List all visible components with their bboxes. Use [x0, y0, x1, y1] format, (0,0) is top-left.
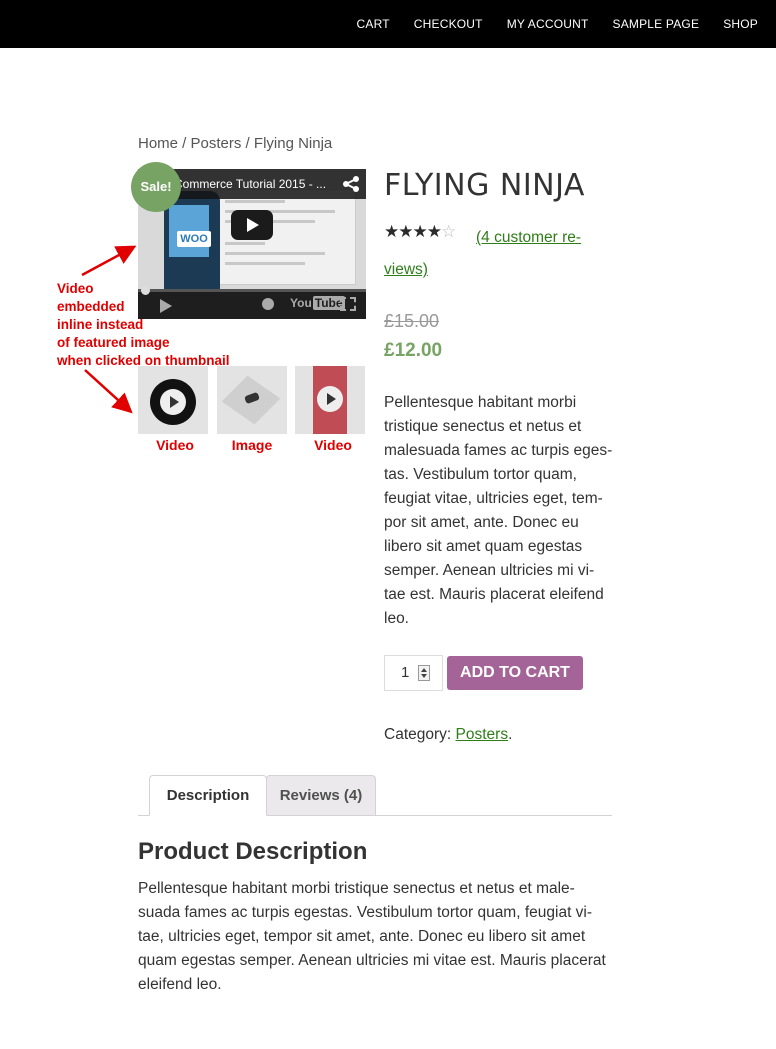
thumbnail-video-1[interactable]	[138, 366, 208, 434]
woo-logo: WOO	[177, 231, 211, 247]
breadcrumb-home[interactable]: Home	[138, 135, 178, 152]
tab-description[interactable]: Description	[149, 775, 267, 816]
breadcrumb: Home / Posters / Flying Ninja	[138, 135, 332, 152]
nav-sample-page[interactable]: SAMPLE PAGE	[613, 17, 700, 31]
customer-reviews-link[interactable]: (4 customer re-views)	[384, 222, 604, 286]
thumbnail-video-2[interactable]	[295, 366, 365, 434]
nav-cart[interactable]: CART	[357, 17, 390, 31]
thumbnail-label: Video	[314, 437, 352, 453]
description-body: Pellentesque habitant morbi tristique se…	[138, 880, 606, 993]
nav-checkout[interactable]: CHECKOUT	[414, 17, 483, 31]
video-play-icon	[317, 386, 343, 412]
thumbnail-label: Image	[231, 437, 273, 453]
arrow-to-thumbnail	[84, 369, 133, 414]
share-icon[interactable]	[342, 175, 360, 193]
quantity-value[interactable]: 1	[401, 664, 409, 681]
video-play-button[interactable]	[231, 210, 273, 240]
description-heading: Product Description	[138, 838, 368, 865]
top-navigation-bar: CART CHECKOUT MY ACCOUNT SAMPLE PAGE SHO…	[0, 0, 776, 48]
sale-badge: Sale!	[131, 162, 181, 212]
youtube-logo[interactable]: You Tube	[290, 296, 345, 310]
reviews-link-container: (4 customer re-views)	[384, 222, 604, 286]
thumbnail-label: Video	[156, 437, 194, 453]
product-title: FLYING NINJA	[384, 168, 585, 203]
add-to-cart-button[interactable]: ADD TO CART	[447, 656, 583, 690]
tab-reviews[interactable]: Reviews (4)	[266, 775, 376, 816]
nav-shop[interactable]: SHOP	[723, 17, 758, 31]
spinner-arrows-icon[interactable]	[418, 665, 430, 681]
breadcrumb-separator: /	[241, 135, 254, 152]
category-link-posters[interactable]: Posters	[456, 726, 509, 743]
arrow-to-video	[81, 245, 137, 277]
sale-price: £12.00	[384, 340, 443, 361]
category-label: Category:	[384, 726, 456, 743]
video-play-icon	[150, 379, 196, 425]
watch-later-icon[interactable]	[262, 298, 274, 310]
short-description: Pellentesque habitant morbi tristique se…	[384, 394, 613, 627]
main-menu: CART CHECKOUT MY ACCOUNT SAMPLE PAGE SHO…	[333, 0, 758, 48]
nav-my-account[interactable]: MY ACCOUNT	[507, 17, 589, 31]
fullscreen-icon[interactable]	[340, 297, 356, 311]
product-category: Category: Posters.	[384, 726, 513, 743]
quantity-stepper[interactable]: 1	[384, 655, 443, 691]
thumbnail-image[interactable]	[217, 366, 287, 434]
breadcrumb-separator: /	[178, 135, 191, 152]
original-price: £15.00	[384, 311, 440, 331]
annotation-text: Video embedded inline instead of feature…	[57, 281, 230, 368]
breadcrumb-current: Flying Ninja	[253, 135, 333, 152]
breadcrumb-posters[interactable]: Posters	[191, 135, 242, 152]
